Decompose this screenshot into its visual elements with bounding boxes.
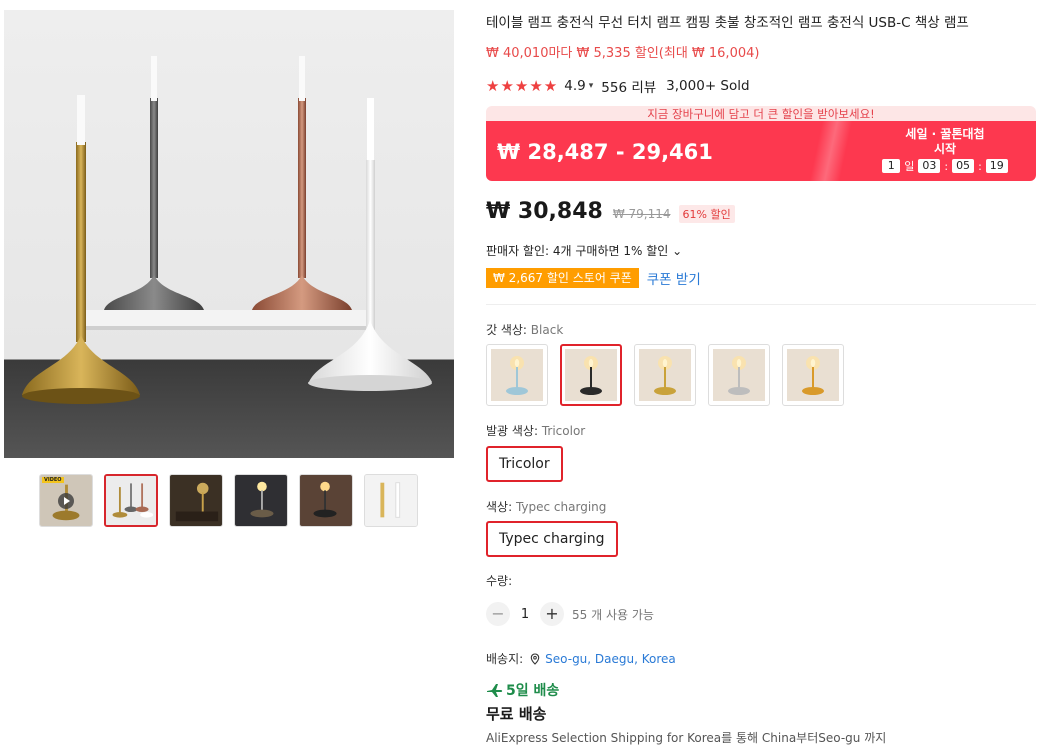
light-color-label-text: 발광 색상: — [486, 424, 542, 438]
thumbnail-5[interactable] — [364, 474, 418, 527]
sale-deal-box: ₩ 28,487 - 29,461 세일 · 꿀톤대첩 시작 1 일 03 : … — [486, 121, 1036, 181]
swatch-lamp-image — [787, 349, 839, 401]
ship-to-row: 배송지: Seo-gu, Daegu, Korea — [486, 650, 676, 667]
swatch-orange[interactable] — [782, 344, 844, 406]
seller-discount[interactable]: 판매자 할인: 4개 구매하면 1% 할인 ⌄ — [486, 242, 682, 259]
light-color-label: 발광 색상: Tricolor — [486, 422, 585, 439]
delivery-days: 5일 배송 — [506, 683, 560, 699]
light-color-value: Tricolor — [541, 424, 586, 438]
deal-price-range: ₩ 28,487 - 29,461 — [497, 140, 713, 164]
shade-color-swatches — [486, 344, 844, 406]
countdown-minutes: 05 — [952, 159, 975, 173]
shade-color-label-text: 갓 색상: — [486, 323, 531, 337]
sale-countdown-panel: 세일 · 꿀톤대첩 시작 1 일 03 : 05 : 19 — [870, 127, 1020, 174]
charging-label: 색상: Typec charging — [486, 498, 606, 515]
current-price: ₩ 30,848 — [486, 199, 603, 224]
quantity-label: 수량: — [486, 574, 513, 588]
thumbnail-4[interactable] — [299, 474, 353, 527]
sale-start-label: 시작 — [933, 142, 957, 156]
thumbnail-video[interactable]: VIDEO — [39, 474, 93, 527]
rating-row: ★★★★★ 4.9 ▾ 556 리뷰 3,000+ Sold — [486, 76, 750, 96]
cart-promo-banner: 지금 장바구니에 담고 더 큰 할인을 받아보세요! — [486, 106, 1036, 122]
thumbnail-2[interactable] — [169, 474, 223, 527]
countdown-separator: : — [944, 159, 949, 173]
free-shipping-label: 무료 배송 — [486, 705, 547, 723]
thumbnail-strip: VIDEO — [39, 474, 418, 527]
review-count[interactable]: 556 리뷰 — [601, 76, 656, 96]
swatch-silver[interactable] — [708, 344, 770, 406]
main-product-image[interactable] — [4, 10, 454, 458]
thumbnail-3[interactable] — [234, 474, 288, 527]
quantity-input[interactable]: 1 — [510, 607, 540, 622]
price-row: ₩ 30,848 ₩ 79,114 61% 할인 — [486, 199, 735, 224]
star-rating-icon: ★★★★★ — [486, 77, 559, 95]
option-tricolor[interactable]: Tricolor — [486, 446, 563, 482]
product-title: 테이블 램프 충전식 무선 터치 램프 캠핑 촛불 창조적인 램프 충전식 US… — [486, 15, 969, 31]
thumbnail-1[interactable] — [104, 474, 158, 527]
countdown-hours: 03 — [918, 159, 941, 173]
video-tag: VIDEO — [42, 477, 64, 483]
store-promo-line[interactable]: ₩ 40,010마다 ₩ 5,335 할인(최대 ₩ 16,004) — [486, 42, 759, 61]
swatch-lamp-image — [639, 349, 691, 401]
countdown-separator: : — [978, 159, 982, 173]
store-coupon-tag: ₩ 2,667 할인 스토어 쿠폰 — [486, 268, 639, 288]
sale-label: 세일 · 꿀톤대첩 — [905, 127, 985, 141]
shipping-description: AliExpress Selection Shipping for Korea를… — [486, 731, 887, 745]
discount-badge: 61% 할인 — [678, 205, 735, 223]
charging-label-text: 색상: — [486, 500, 516, 514]
quantity-plus-button[interactable]: + — [540, 602, 564, 626]
swatch-blue[interactable] — [486, 344, 548, 406]
countdown-days: 1 — [882, 159, 901, 173]
rating-value[interactable]: 4.9 — [564, 78, 585, 94]
option-typec-charging[interactable]: Typec charging — [486, 521, 618, 557]
get-coupon-link[interactable]: 쿠폰 받기 — [647, 268, 701, 288]
ship-to-label: 배송지: — [486, 652, 524, 666]
shade-color-label: 갓 색상: Black — [486, 321, 563, 338]
countdown-timer: 1 일 03 : 05 : 19 — [870, 158, 1020, 174]
countdown-days-unit: 일 — [904, 160, 915, 173]
original-price: ₩ 79,114 — [612, 207, 671, 221]
quantity-stepper: − 1 + 55 개 사용 가능 — [486, 602, 654, 626]
swatch-lamp-image — [713, 349, 765, 401]
ship-to-location-link[interactable]: Seo-gu, Daegu, Korea — [545, 652, 676, 666]
charging-value: Typec charging — [515, 500, 607, 514]
chevron-down-icon[interactable]: ▾ — [589, 81, 594, 91]
location-pin-icon — [530, 652, 540, 665]
swatch-lamp-image — [565, 349, 617, 401]
delivery-estimate: 5일 배송 — [486, 680, 559, 700]
coupon-row: ₩ 2,667 할인 스토어 쿠폰 쿠폰 받기 — [486, 268, 701, 288]
quantity-minus-button[interactable]: − — [486, 602, 510, 626]
swatch-gold[interactable] — [634, 344, 696, 406]
swatch-black[interactable] — [560, 344, 622, 406]
play-icon[interactable] — [58, 493, 74, 509]
swatch-lamp-image — [491, 349, 543, 401]
shade-color-value: Black — [530, 323, 564, 337]
divider — [486, 304, 1036, 305]
countdown-seconds: 19 — [985, 159, 1008, 173]
fast-delivery-icon — [487, 683, 503, 697]
sold-count: 3,000+ Sold — [666, 78, 750, 94]
quantity-available: 55 개 사용 가능 — [572, 607, 654, 622]
deal-stripe-decoration — [809, 121, 853, 181]
